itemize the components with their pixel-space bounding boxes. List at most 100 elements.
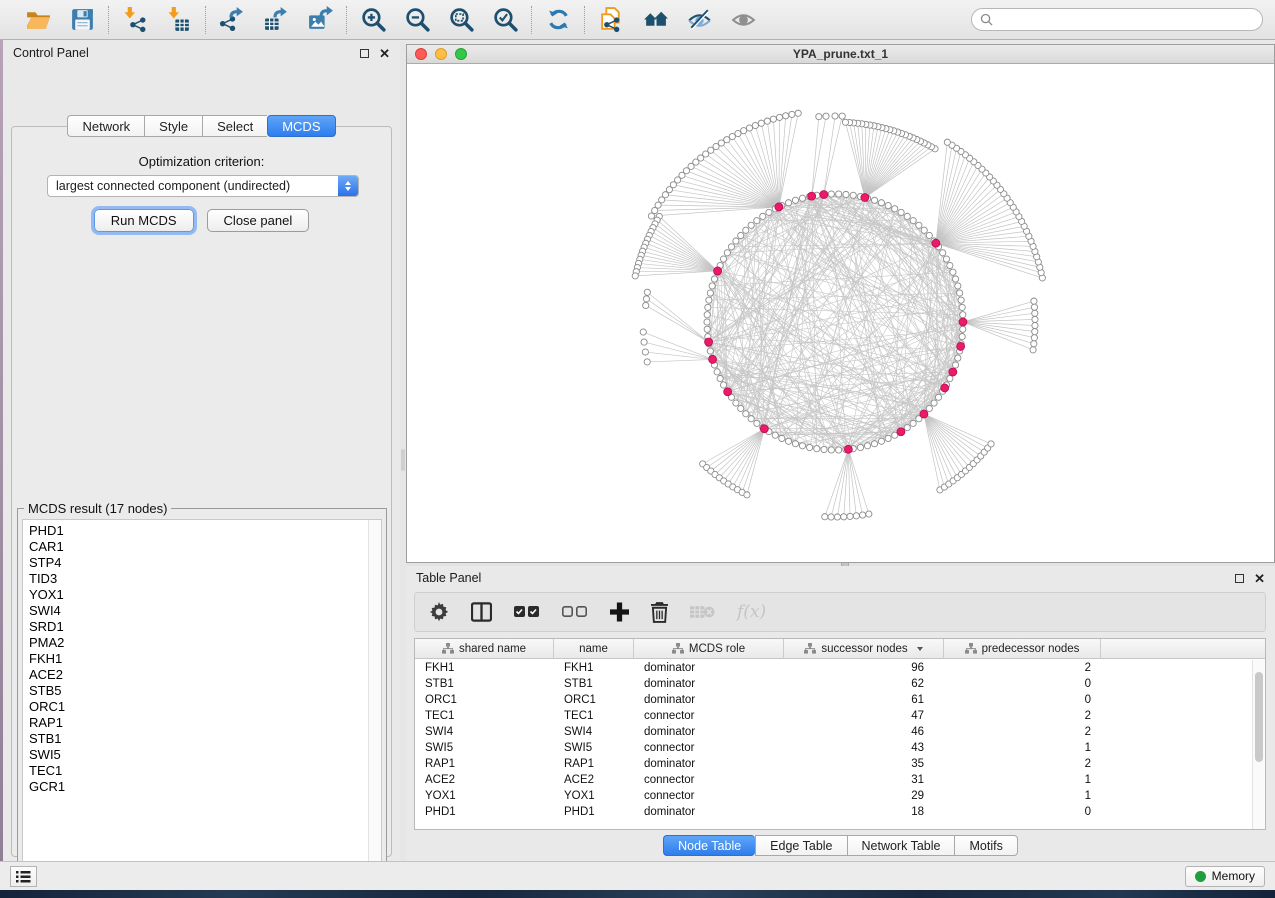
tab-motifs[interactable]: Motifs [954,835,1017,856]
column-header-successor-nodes[interactable]: successor nodes [784,639,944,658]
memory-button[interactable]: Memory [1185,866,1265,887]
mcds-result-title: MCDS result (17 nodes) [24,501,171,516]
column-header-shared-name[interactable]: shared name [415,639,554,658]
deselect-all-icon[interactable] [562,599,588,625]
mcds-result-item[interactable]: PMA2 [29,635,381,651]
tab-network-table[interactable]: Network Table [847,835,955,856]
cell-shared-name: FKH1 [415,662,554,674]
cell-successor-nodes: 46 [784,726,944,738]
save-icon[interactable] [68,6,96,34]
open-icon[interactable] [24,6,52,34]
cell-predecessor-nodes: 0 [944,694,1101,706]
tab-style[interactable]: Style [144,115,202,137]
tab-network[interactable]: Network [67,115,144,137]
mcds-result-item[interactable]: RAP1 [29,715,381,731]
mcds-result-item[interactable]: FKH1 [29,651,381,667]
select-all-icon[interactable] [514,599,540,625]
import-table-icon[interactable] [165,6,193,34]
delete-icon[interactable] [651,599,668,625]
table-panel-titlebar: Table Panel ✕ [406,566,1275,590]
hide-selected-icon[interactable] [685,6,713,34]
optimization-criterion-select[interactable]: largest connected component (undirected) [47,175,359,197]
search-input[interactable] [998,13,1254,27]
mcds-result-item[interactable]: TID3 [29,571,381,587]
table-panel-tabs: Node TableEdge TableNetwork TableMotifs [406,835,1275,856]
mcds-result-item[interactable]: SRD1 [29,619,381,635]
column-header-MCDS-role[interactable]: MCDS role [634,639,784,658]
zoom-in-icon[interactable] [359,6,387,34]
table-row[interactable]: STB1STB1dominator620 [415,676,1252,692]
columns-icon[interactable] [471,599,492,625]
table-row[interactable]: PHD1PHD1dominator180 [415,804,1252,820]
table-row[interactable]: TEC1TEC1connector472 [415,708,1252,724]
cell-MCDS-role: connector [634,774,784,786]
add-icon[interactable] [610,599,629,625]
table-row[interactable]: FKH1FKH1dominator962 [415,660,1252,676]
cell-successor-nodes: 96 [784,662,944,674]
task-history-button[interactable] [10,866,37,887]
mcds-result-item[interactable]: SWI4 [29,603,381,619]
mcds-result-group: MCDS result (17 nodes) PHD1CAR1STP4TID3Y… [17,508,387,879]
first-neighbors-icon[interactable] [641,6,669,34]
cell-successor-nodes: 31 [784,774,944,786]
settings-icon[interactable] [429,599,449,625]
column-label: shared name [459,643,526,655]
mcds-result-item[interactable]: STB1 [29,731,381,747]
tab-node-table[interactable]: Node Table [663,835,755,856]
column-header-predecessor-nodes[interactable]: predecessor nodes [944,639,1101,658]
mcds-result-list[interactable]: PHD1CAR1STP4TID3YOX1SWI4SRD1PMA2FKH1ACE2… [22,519,382,874]
mcds-result-item[interactable]: YOX1 [29,587,381,603]
mcds-result-item[interactable]: SWI5 [29,747,381,763]
mcds-result-item[interactable]: PHD1 [29,523,381,539]
cell-MCDS-role: dominator [634,662,784,674]
cell-shared-name: STB1 [415,678,554,690]
mcds-result-item[interactable]: ACE2 [29,667,381,683]
cell-MCDS-role: dominator [634,694,784,706]
mcds-result-item[interactable]: TEC1 [29,763,381,779]
mcds-list-scrollbar[interactable] [368,520,381,873]
run-mcds-button[interactable]: Run MCDS [94,209,194,232]
mcds-result-item[interactable]: GCR1 [29,779,381,795]
search-field[interactable] [971,8,1263,31]
tab-select[interactable]: Select [202,115,267,137]
table-row[interactable]: SWI4SWI4dominator462 [415,724,1252,740]
toolbar-separator [108,6,109,34]
scrollbar-thumb[interactable] [1255,672,1263,762]
desktop-wallpaper-bottom [0,890,1275,898]
float-panel-icon[interactable] [1235,574,1244,583]
float-panel-icon[interactable] [360,49,369,58]
zoom-out-icon[interactable] [403,6,431,34]
column-header-name[interactable]: name [554,639,634,658]
mcds-result-item[interactable]: ORC1 [29,699,381,715]
control-panel-titlebar: Control Panel ✕ [3,41,400,65]
column-type-icon [442,643,454,654]
refresh-icon[interactable] [544,6,572,34]
mcds-result-item[interactable]: STB5 [29,683,381,699]
mcds-result-item[interactable]: CAR1 [29,539,381,555]
export-table-icon[interactable] [262,6,290,34]
network-window-titlebar[interactable]: YPA_prune.txt_1 [407,45,1274,64]
import-network-icon[interactable] [121,6,149,34]
close-panel-button[interactable]: Close panel [207,209,310,232]
clone-network-icon[interactable] [597,6,625,34]
cell-predecessor-nodes: 1 [944,774,1101,786]
sort-desc-icon [917,647,923,651]
zoom-fit-icon[interactable] [447,6,475,34]
tab-mcds[interactable]: MCDS [267,115,335,137]
table-row[interactable]: ACE2ACE2connector311 [415,772,1252,788]
table-row[interactable]: RAP1RAP1dominator352 [415,756,1252,772]
zoom-selected-icon[interactable] [491,6,519,34]
table-row[interactable]: ORC1ORC1dominator610 [415,692,1252,708]
cell-name: STB1 [554,678,634,690]
close-panel-icon[interactable]: ✕ [1254,574,1265,583]
mcds-result-item[interactable]: STP4 [29,555,381,571]
export-image-icon[interactable] [306,6,334,34]
close-panel-icon[interactable]: ✕ [379,49,390,58]
table-row[interactable]: YOX1YOX1connector291 [415,788,1252,804]
network-canvas[interactable] [407,64,1274,562]
show-all-icon[interactable] [729,6,757,34]
tab-edge-table[interactable]: Edge Table [755,835,846,856]
export-network-icon[interactable] [218,6,246,34]
table-scrollbar[interactable] [1252,660,1265,829]
table-row[interactable]: SWI5SWI5connector431 [415,740,1252,756]
